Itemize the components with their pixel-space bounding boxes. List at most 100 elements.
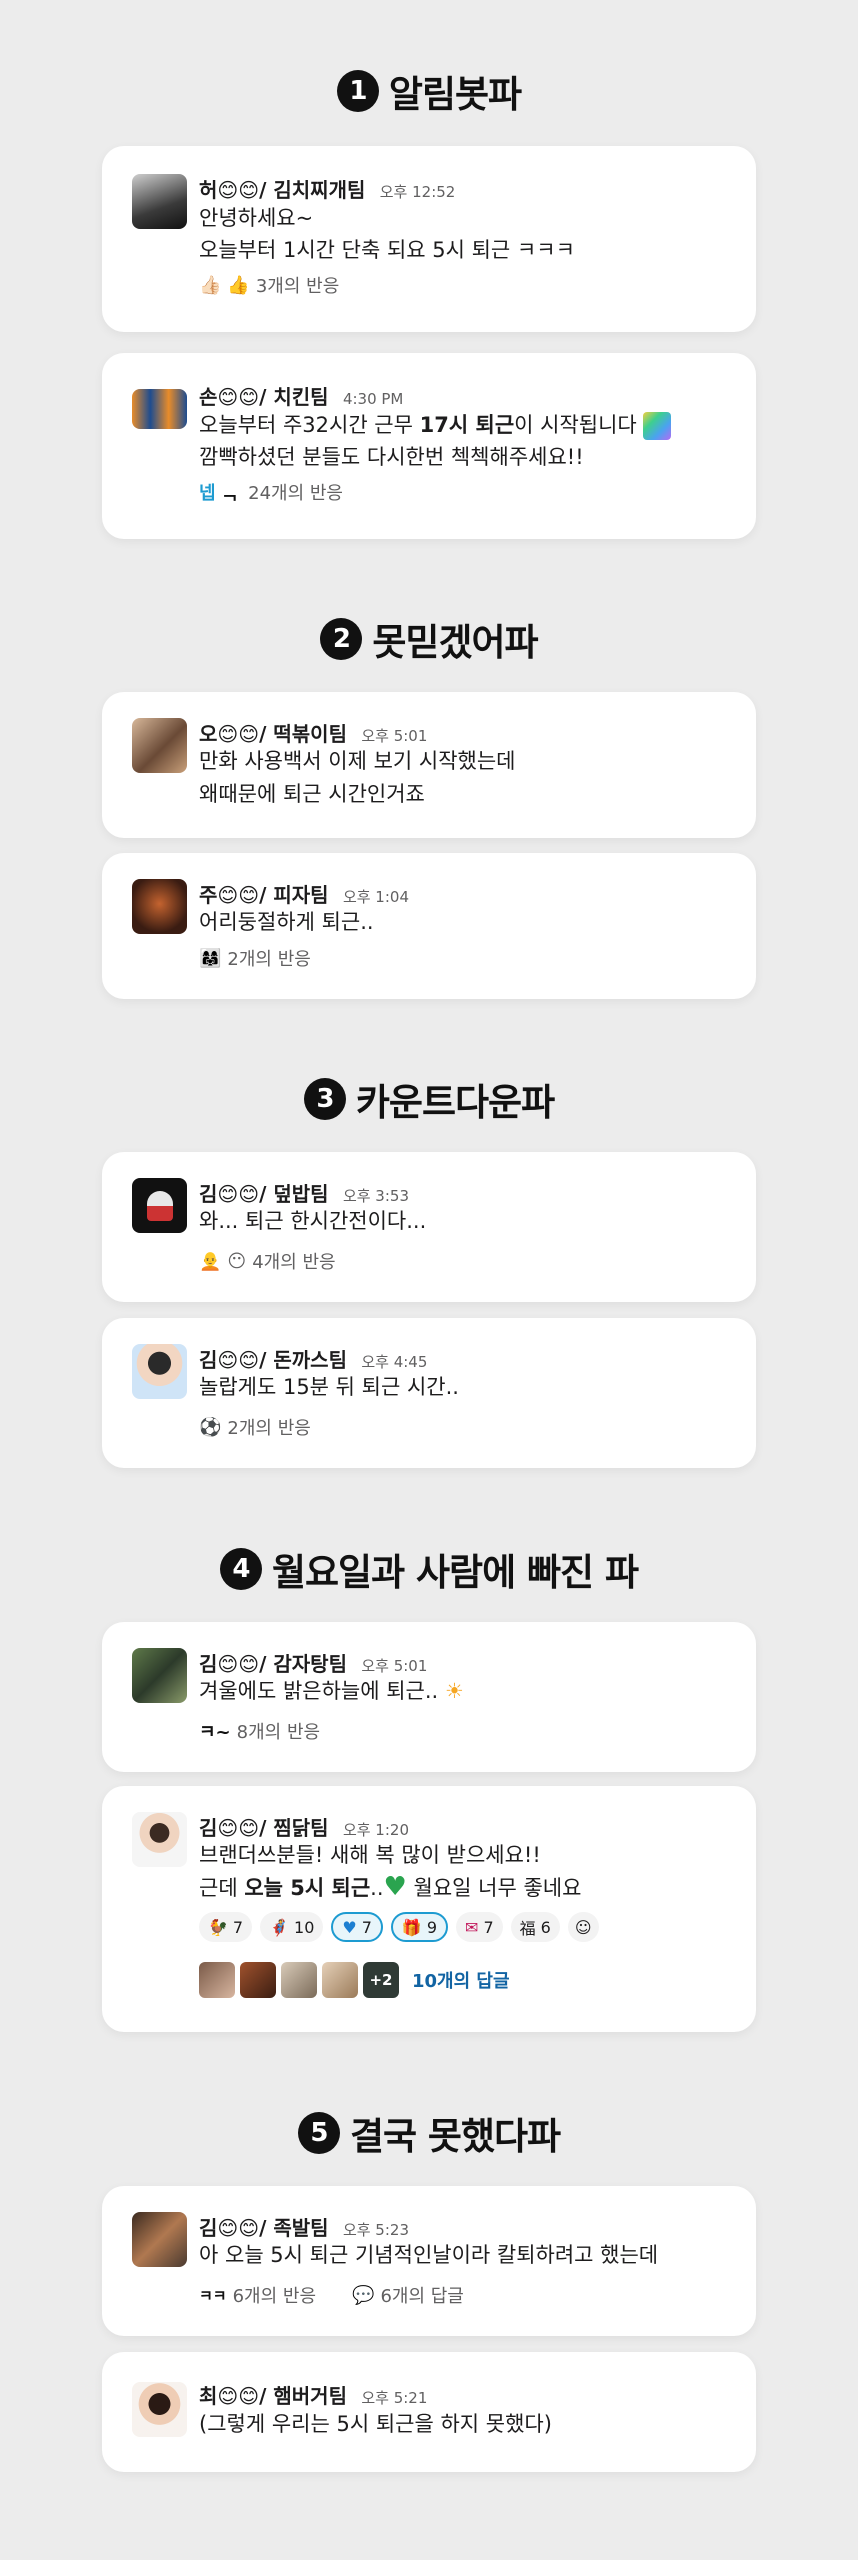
timestamp[interactable]: 오후 1:20 [343,1821,409,1839]
smile-icon: 😶 [227,1250,247,1272]
timestamp[interactable]: 4:30 PM [343,390,403,408]
timestamp[interactable]: 오후 12:52 [380,183,456,201]
message-line: 왜때문에 퇴근 시간인거죠 [199,782,425,806]
reaction-summary[interactable]: ㅋㅋ 6개의 반응 💬 6개의 답글 [199,2282,464,2308]
timestamp[interactable]: 오후 5:23 [343,2221,409,2239]
more-participants-badge: +2 [363,1962,399,1998]
avatar[interactable] [132,2382,187,2437]
section-title-1: 1 알림봇파 [0,64,858,118]
section-title-2: 2 못믿겠어파 [0,612,858,666]
message-line: 놀랍게도 15분 뒤 퇴근 시간.. [199,1375,459,1399]
author-name[interactable]: 주😊😊/ 피자팀 [199,883,329,907]
author-name[interactable]: 김😊😊/ 돈까스팀 [199,1348,347,1372]
message-card[interactable]: 김😊😊/ 족발팀 오후 5:23 아 오늘 5시 퇴근 기념적인날이라 칼퇴하려… [102,2186,756,2336]
replies-link[interactable]: 10개의 답글 [412,1967,510,1993]
timestamp[interactable]: 오후 1:04 [343,888,409,906]
people-icon: 👩‍👩‍👧 [199,947,222,969]
timestamp[interactable]: 오후 5:01 [361,727,427,745]
person-icon: 🧑‍🦲 [199,1250,222,1272]
reaction-chip[interactable]: 🎁 9 [390,1912,449,1942]
avatar[interactable] [132,1344,187,1399]
message-line: 근데 오늘 5시 퇴근..♥ 월요일 너무 좋네요 [199,1872,582,1902]
message-card[interactable]: 허😊😊/ 김치찌개팀 오후 12:52 안녕하세요~ 오늘부터 1시간 단축 되… [102,146,756,332]
message-card[interactable]: 최😊😊/ 햄버거팀 오후 5:21 (그렇게 우리는 5시 퇴근을 하지 못했다… [102,2352,756,2472]
message-card[interactable]: 주😊😊/ 피자팀 오후 1:04 어리둥절하게 퇴근.. 👩‍👩‍👧 2개의 반… [102,853,756,999]
add-emoji-icon: ☺ [574,1917,592,1937]
message-card[interactable]: 김😊😊/ 감자탕팀 오후 5:01 겨울에도 밝은하늘에 퇴근.. ☀ ㅋ~ 8… [102,1622,756,1772]
message-line: 오늘부터 주32시간 근무 17시 퇴근이 시작됩니다 [199,409,672,440]
author-name[interactable]: 김😊😊/ 덮밥팀 [199,1182,329,1206]
reaction-summary[interactable]: ⚽ 2개의 반응 [199,1414,311,1440]
fortune-icon: 福 [519,1919,536,1938]
author-name[interactable]: 최😊😊/ 햄버거팀 [199,2384,347,2408]
reaction-summary[interactable]: 👩‍👩‍👧 2개의 반응 [199,945,311,971]
avatar[interactable] [132,1812,187,1867]
reaction-summary[interactable]: 👍🏻 👍 3개의 반응 [199,272,339,298]
author-name[interactable]: 오😊😊/ 떡볶이팀 [199,722,347,746]
reaction-chip[interactable]: 🐓 7 [199,1912,253,1942]
message-card[interactable]: 손😊😊/ 치킨팀 4:30 PM 오늘부터 주32시간 근무 17시 퇴근이 시… [102,353,756,539]
thumbs-up-icon: 👍🏻 [199,274,222,296]
thumbs-up-icon: 👍 [227,274,250,296]
message-line: 오늘부터 1시간 단축 되요 5시 퇴근 ㅋㅋㅋ [199,238,575,262]
avatar[interactable] [132,2212,187,2267]
author-name[interactable]: 김😊😊/ 찜닭팀 [199,1816,329,1840]
gift-icon: 🎁 [401,1917,422,1937]
sun-icon: ☀ [444,1679,464,1703]
avatar [199,1962,235,1998]
avatar[interactable] [132,1648,187,1703]
avatar[interactable] [132,1178,187,1233]
author-name[interactable]: 김😊😊/ 감자탕팀 [199,1652,347,1676]
message-line: 아 오늘 5시 퇴근 기념적인날이라 칼퇴하려고 했는데 [199,2243,659,2267]
message-line: 만화 사용백서 이제 보기 시작했는데 [199,749,516,773]
avatar [240,1962,276,1998]
dancers-icon: 🦸 [269,1917,290,1937]
party-icon: 🐓 [208,1917,228,1937]
green-heart-icon: ♥ [383,1872,407,1902]
thread-summary[interactable]: +2 10개의 답글 [199,1962,510,1998]
avatar [281,1962,317,1998]
avatar[interactable] [132,718,187,773]
author-name[interactable]: 손😊😊/ 치킨팀 [199,385,329,409]
message-line: 깜빡하셨던 분들도 다시한번 첵첵해주세요!! [199,445,584,469]
reaction-chip[interactable]: 🦸 10 [260,1912,324,1942]
message-card[interactable]: 오😊😊/ 떡볶이팀 오후 5:01 만화 사용백서 이제 보기 시작했는데 왜때… [102,692,756,838]
section-title-4: 4 월요일과 사람에 빠진 파 [0,1542,858,1596]
message-line: (그렇게 우리는 5시 퇴근을 하지 못했다) [199,2412,552,2436]
avatar[interactable] [132,879,187,934]
soccer-ball-icon: ⚽ [199,1416,222,1438]
avatar[interactable] [132,174,187,229]
message-card[interactable]: 김😊😊/ 찜닭팀 오후 1:20 브랜더쓰분들! 새해 복 많이 받으세요!! … [102,1786,756,2032]
timestamp[interactable]: 오후 3:53 [343,1187,409,1205]
section-title-3: 3 카운트다운파 [0,1072,858,1126]
message-line: 브랜더쓰분들! 새해 복 많이 받으세요!! [199,1843,541,1867]
timestamp[interactable]: 오후 5:01 [361,1657,427,1675]
cupcake-logo-icon [146,1190,173,1221]
reaction-chip[interactable]: ♥ 7 [331,1912,383,1942]
author-name[interactable]: 김😊😊/ 족발팀 [199,2216,329,2240]
message-line: 겨울에도 밝은하늘에 퇴근.. ☀ [199,1679,464,1703]
replies-link[interactable]: 6개의 답글 [380,2282,463,2308]
blue-heart-icon: ♥ [342,1917,357,1937]
add-reaction-button[interactable]: ☺ [567,1912,599,1942]
avatar [322,1962,358,1998]
reaction-summary[interactable]: 🧑‍🦲 😶 4개의 반응 [199,1248,336,1274]
message-card[interactable]: 김😊😊/ 돈까스팀 오후 4:45 놀랍게도 15분 뒤 퇴근 시간.. ⚽ 2… [102,1318,756,1468]
reaction-summary[interactable]: 넵 ᆨ 24개의 반응 [199,479,343,505]
section-title-5: 5 결국 못했다파 [0,2106,858,2160]
message-line: 안녕하세요~ [199,206,314,230]
timestamp[interactable]: 오후 5:21 [361,2389,427,2407]
envelope-icon: ✉ [465,1917,479,1937]
ok-hand-icon: ᆨ [221,483,239,504]
sparkle-emoji-icon [643,412,672,440]
message-card[interactable]: 김😊😊/ 덮밥팀 오후 3:53 와... 퇴근 한시간전이다... 🧑‍🦲 😶… [102,1152,756,1302]
reaction-summary[interactable]: ㅋ~ 8개의 반응 [199,1718,320,1744]
avatar[interactable] [132,389,187,429]
reaction-chip[interactable]: ✉ 7 [456,1912,503,1942]
thread-icon: 💬 [352,2284,375,2306]
reaction-chips: 🐓 7 🦸 10 ♥ 7 🎁 9 ✉ 7 福6 ☺ [199,1912,599,1942]
reaction-chip[interactable]: 福6 [510,1912,560,1942]
author-name[interactable]: 허😊😊/ 김치찌개팀 [199,178,365,202]
message-line: 어리둥절하게 퇴근.. [199,910,374,934]
timestamp[interactable]: 오후 4:45 [361,1353,427,1371]
